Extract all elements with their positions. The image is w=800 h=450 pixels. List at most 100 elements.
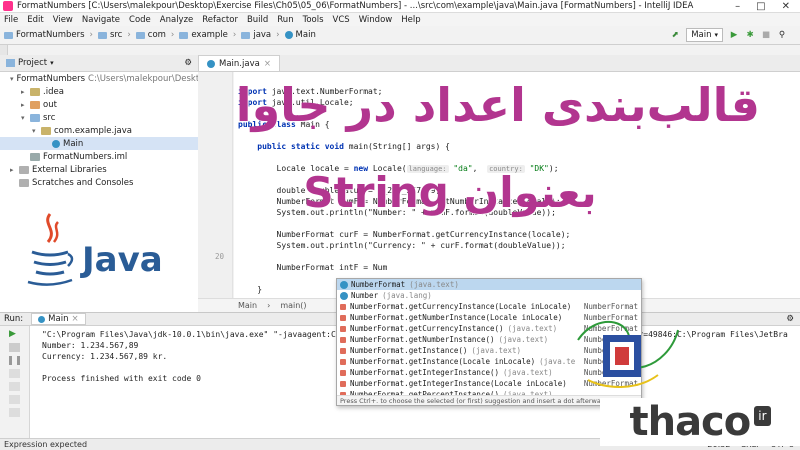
breadcrumb-item[interactable]: src › [97, 30, 131, 40]
chevron-icon[interactable]: ▸ [21, 101, 30, 109]
maximize-button[interactable]: □ [756, 1, 765, 12]
console-line: "C:\Program Files\Java\jdk-10.0.1\bin\ja… [42, 330, 365, 339]
console-line: Process finished with exit code 0 [42, 374, 201, 383]
tree-item[interactable]: Scratches and Consoles [0, 176, 198, 189]
code-line[interactable]: NumberFormat intF = Num [238, 263, 388, 272]
stop-icon[interactable]: ■ [759, 28, 773, 42]
console-line: Currency: 1.234.567,89 kr. [42, 352, 168, 361]
rerun-icon[interactable]: ▶ [9, 330, 20, 339]
settings-icon[interactable]: ⚙ [786, 314, 794, 324]
layout-icon[interactable] [9, 395, 20, 404]
intellij-app-icon [3, 1, 13, 11]
menu-item[interactable]: Edit [27, 15, 43, 25]
editor-tabs: Main.java × [198, 55, 800, 72]
breadcrumb-label: com [147, 30, 166, 40]
settings-icon[interactable]: ⚙ [184, 58, 192, 68]
breadcrumb-item[interactable]: com › [135, 30, 175, 40]
folder-icon [19, 178, 29, 187]
completion-name: NumberFormat [351, 280, 406, 289]
minimize-button[interactable]: – [735, 1, 740, 12]
menu-item[interactable]: Build [247, 15, 268, 25]
chevron-icon[interactable]: ▾ [32, 127, 41, 135]
breadcrumb-item[interactable]: Main [284, 30, 316, 40]
close-icon[interactable]: × [71, 314, 78, 324]
tree-item[interactable]: ▾ FormatNumbers C:\Users\malekpour\Desktop… [0, 72, 228, 85]
tree-item[interactable]: ▾ src [0, 111, 198, 124]
build-icon[interactable]: ⬈ [668, 28, 682, 42]
code-line[interactable]: } [238, 285, 262, 294]
code-line[interactable]: System.out.println("Currency: " + curF.f… [238, 241, 566, 250]
print-icon[interactable] [9, 382, 20, 391]
completion-package: (java.lang) [382, 291, 432, 300]
method-icon [340, 347, 346, 354]
completion-name: NumberFormat.getInstance() [350, 346, 468, 355]
menu-item[interactable]: Refactor [202, 15, 238, 25]
menu-item[interactable]: Run [277, 15, 293, 25]
chevron-icon[interactable]: ▸ [10, 166, 19, 174]
navigation-bar: FormatNumbers › src › com › example › java › Main … [0, 26, 800, 45]
menu-item[interactable]: Code [129, 15, 151, 25]
run-icon[interactable]: ▶ [727, 28, 741, 42]
tree-item-label: src [43, 112, 56, 123]
breadcrumb: FormatNumbers › src › com › example › java › Main [4, 30, 321, 40]
menu-item[interactable]: File [4, 15, 18, 25]
editor-gutter: 20 [198, 72, 233, 298]
folder-icon [97, 31, 107, 39]
console-line: Number: 1.234.567,89 [42, 341, 139, 350]
project-icon [6, 59, 15, 67]
breadcrumb-label: src [109, 30, 123, 40]
completion-name: NumberFormat.getIntegerInstance() [350, 368, 500, 377]
chevron-icon[interactable]: ▸ [21, 88, 30, 96]
chevron-icon[interactable]: ▾ [21, 114, 30, 122]
tree-item[interactable]: ▸ out [0, 98, 198, 111]
close-button[interactable]: ✕ [782, 1, 790, 12]
code-line[interactable]: NumberFormat curF = NumberFormat.getCurr… [238, 230, 571, 239]
completion-package: (java.text) [503, 368, 553, 377]
method-icon [340, 369, 346, 376]
run-config-select[interactable]: Main ▾ [686, 28, 723, 42]
project-panel-header[interactable]: Project ▾ ⚙ [0, 55, 198, 72]
run-tab[interactable]: Main × [31, 313, 86, 325]
code-token: main(String[] args) { [348, 142, 450, 151]
tree-item[interactable]: ▾ com.example.java [0, 124, 198, 137]
method-icon [340, 358, 346, 365]
completion-name: NumberFormat.getIntegerInstance(Locale i… [350, 379, 567, 388]
menu-item[interactable]: Navigate [82, 15, 120, 25]
search-icon[interactable]: ⚲ [775, 28, 789, 42]
menu-item[interactable]: Analyze [160, 15, 194, 25]
scroll-icon[interactable] [9, 369, 20, 378]
java-logo-text: Java [82, 240, 163, 280]
menu-item[interactable]: VCS [333, 15, 350, 25]
code-line[interactable]: public static void main(String[] args) { [238, 142, 450, 151]
breadcrumb-item[interactable]: java › [241, 30, 280, 40]
pause-icon[interactable] [9, 356, 20, 365]
editor-crumb-class[interactable]: Main [238, 301, 257, 310]
method-icon [340, 380, 346, 387]
chevron-icon[interactable]: ▾ [10, 75, 14, 83]
breadcrumb-item[interactable]: FormatNumbers › [4, 30, 93, 40]
breadcrumb-separator: › [89, 30, 93, 40]
tree-item[interactable]: FormatNumbers.iml [0, 150, 198, 163]
code-token: System.out.println("Currency: " + curF.f… [238, 241, 566, 250]
menu-item[interactable]: Window [359, 15, 393, 25]
completion-item[interactable]: NumberFormat (java.text) [337, 279, 641, 290]
class-icon [340, 280, 348, 289]
stop-icon[interactable] [9, 343, 20, 352]
folder-icon [241, 31, 251, 39]
debug-icon[interactable]: ✱ [743, 28, 757, 42]
editor-crumb-method[interactable]: main() [280, 301, 306, 310]
menu-item[interactable]: Help [401, 15, 420, 25]
trash-icon[interactable] [9, 408, 20, 417]
tree-item[interactable]: ▸ External Libraries [0, 163, 198, 176]
breadcrumb-separator: › [170, 30, 175, 40]
editor-crumb-sep: › [267, 301, 271, 310]
breadcrumb-item[interactable]: example › [179, 30, 236, 40]
menu-item[interactable]: View [53, 15, 73, 25]
close-icon[interactable]: × [264, 59, 271, 69]
code-token: } [238, 285, 263, 294]
tree-item[interactable]: Main [0, 137, 198, 150]
java-class-icon [284, 31, 293, 39]
tree-item[interactable]: ▸ .idea [0, 85, 198, 98]
menu-item[interactable]: Tools [303, 15, 324, 25]
tab-main-java[interactable]: Main.java × [198, 55, 280, 71]
